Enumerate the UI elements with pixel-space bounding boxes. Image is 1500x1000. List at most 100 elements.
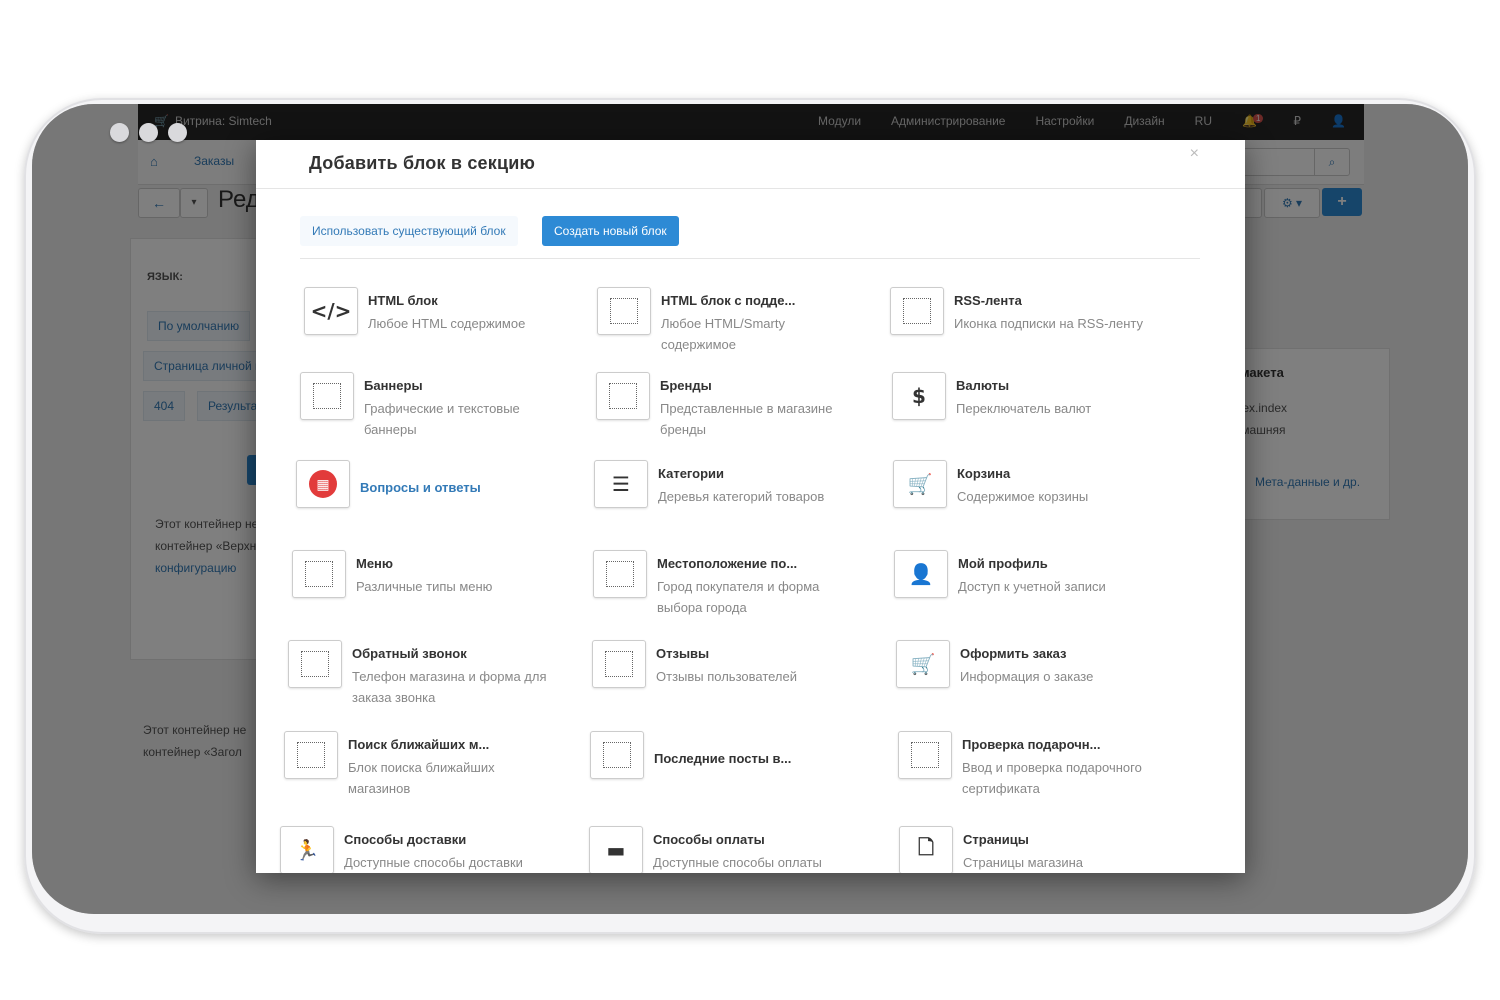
runner-icon[interactable]: 🏃	[280, 826, 334, 873]
placeholder-icon[interactable]	[300, 372, 354, 420]
block-item[interactable]: ▬ Способы оплаты Доступные способы оплаты	[589, 826, 869, 873]
block-title[interactable]: Валюты	[956, 378, 1009, 393]
block-item[interactable]: Отзывы Отзывы пользователей	[592, 640, 872, 710]
block-item[interactable]: ☰ Категории Деревья категорий товаров	[594, 460, 874, 530]
dotted-frame	[603, 742, 631, 768]
code-icon[interactable]: </>	[304, 287, 358, 335]
block-item[interactable]: Местоположение по... Город покупателя и ф…	[593, 550, 873, 620]
block-description: Представленные в магазине бренды	[660, 401, 833, 437]
credit-card-icon[interactable]: ▬	[589, 826, 643, 873]
icon-glyph: ☰	[612, 472, 630, 496]
block-item[interactable]: 🛒 Корзина Содержимое корзины	[893, 460, 1173, 530]
block-description: Телефон магазина и форма для заказа звон…	[352, 669, 547, 705]
block-item[interactable]: </> HTML блок Любое HTML содержимое	[304, 287, 584, 357]
block-title[interactable]: Бренды	[660, 378, 712, 393]
block-title[interactable]: Вопросы и ответы	[360, 480, 481, 495]
qa-icon[interactable]: ▦	[296, 460, 350, 508]
tab-new-block[interactable]: Создать новый блок	[542, 216, 679, 246]
icon-glyph: 🗋	[917, 835, 935, 859]
dotted-frame	[903, 298, 931, 324]
placeholder-icon[interactable]	[898, 731, 952, 779]
icon-glyph: ▬	[606, 838, 626, 862]
tab-existing-block[interactable]: Использовать существующий блок	[300, 216, 518, 246]
block-title[interactable]: Меню	[356, 556, 393, 571]
dotted-frame	[305, 561, 333, 587]
block-description: Ввод и проверка подарочного сертификата	[962, 760, 1142, 796]
dollar-icon[interactable]: $	[892, 372, 946, 420]
dotted-frame	[610, 298, 638, 324]
block-description: Иконка подписки на RSS-ленту	[954, 316, 1144, 331]
block-item[interactable]: Обратный звонок Телефон магазина и форма …	[288, 640, 568, 710]
block-title[interactable]: Корзина	[957, 466, 1010, 481]
block-description: Доступные способы оплаты	[653, 855, 822, 870]
block-description: Блок поиска ближайших магазинов	[348, 760, 495, 796]
block-item[interactable]: Проверка подарочн... Ввод и проверка пода…	[898, 731, 1178, 801]
block-description: Доступ к учетной записи	[958, 579, 1106, 594]
tablet-dots	[110, 123, 187, 142]
icon-glyph: 👤	[908, 562, 934, 586]
block-title[interactable]: Проверка подарочн...	[962, 737, 1100, 752]
block-title[interactable]: HTML блок с подде...	[661, 293, 795, 308]
user-icon[interactable]: 👤	[894, 550, 948, 598]
block-item[interactable]: Последние посты в...	[590, 731, 870, 801]
block-title[interactable]: Последние посты в...	[654, 751, 791, 766]
block-title[interactable]: Способы доставки	[344, 832, 466, 847]
qa-badge: ▦	[309, 470, 337, 498]
block-description: Страницы магазина	[963, 855, 1083, 870]
block-title[interactable]: RSS-лента	[954, 293, 1022, 308]
block-description: Информация о заказе	[960, 669, 1094, 684]
block-title[interactable]: Категории	[658, 466, 724, 481]
block-description: Город покупателя и форма выбора города	[657, 579, 820, 615]
block-title[interactable]: Местоположение по...	[657, 556, 797, 571]
placeholder-icon[interactable]	[292, 550, 346, 598]
block-item[interactable]: Меню Различные типы меню	[292, 550, 572, 620]
dotted-frame	[606, 561, 634, 587]
block-title[interactable]: Мой профиль	[958, 556, 1048, 571]
block-title[interactable]: Отзывы	[656, 646, 709, 661]
block-title[interactable]: Оформить заказ	[960, 646, 1066, 661]
dotted-frame	[911, 742, 939, 768]
placeholder-icon[interactable]	[592, 640, 646, 688]
block-item[interactable]: RSS-лента Иконка подписки на RSS-ленту	[890, 287, 1170, 357]
block-description: Любое HTML/Smarty содержимое	[661, 316, 785, 352]
block-title[interactable]: Обратный звонок	[352, 646, 467, 661]
close-icon[interactable]: ×	[1190, 145, 1199, 163]
dotted-frame	[605, 651, 633, 677]
block-item[interactable]: 🏃 Способы доставки Доступные способы доста…	[280, 826, 560, 873]
placeholder-icon[interactable]	[284, 731, 338, 779]
cart-icon[interactable]: 🛒	[893, 460, 947, 508]
block-title[interactable]: Способы оплаты	[653, 832, 765, 847]
cart-icon[interactable]: 🛒	[896, 640, 950, 688]
block-item[interactable]: Баннеры Графические и текстовые баннеры	[300, 372, 580, 442]
block-title[interactable]: Страницы	[963, 832, 1029, 847]
block-item[interactable]: 🛒 Оформить заказ Информация о заказе	[896, 640, 1176, 710]
block-item[interactable]: HTML блок с подде... Любое HTML/Smarty со…	[597, 287, 877, 357]
block-description: Графические и текстовые баннеры	[364, 401, 520, 437]
block-title[interactable]: Баннеры	[364, 378, 423, 393]
block-title[interactable]: Поиск ближайших м...	[348, 737, 489, 752]
placeholder-icon[interactable]	[596, 372, 650, 420]
block-item[interactable]: $ Валюты Переключатель валют	[892, 372, 1172, 442]
block-description: Содержимое корзины	[957, 489, 1089, 504]
list-icon[interactable]: ☰	[594, 460, 648, 508]
placeholder-icon[interactable]	[593, 550, 647, 598]
dotted-frame	[609, 383, 637, 409]
block-description: Отзывы пользователей	[656, 669, 798, 684]
placeholder-icon[interactable]	[597, 287, 651, 335]
block-item[interactable]: Бренды Представленные в магазине бренды	[596, 372, 876, 442]
block-item[interactable]: 👤 Мой профиль Доступ к учетной записи	[894, 550, 1174, 620]
icon-glyph: 🛒	[907, 472, 933, 496]
block-title[interactable]: HTML блок	[368, 293, 438, 308]
placeholder-icon[interactable]	[890, 287, 944, 335]
modal-header: Добавить блок в секцию ×	[256, 140, 1245, 189]
placeholder-icon[interactable]	[590, 731, 644, 779]
page-icon[interactable]: 🗋	[899, 826, 953, 873]
placeholder-icon[interactable]	[288, 640, 342, 688]
dotted-frame	[301, 651, 329, 677]
block-item[interactable]: ▦ Вопросы и ответы	[296, 460, 576, 530]
block-item[interactable]: 🗋 Страницы Страницы магазина	[899, 826, 1179, 873]
icon-glyph: </>	[310, 299, 352, 323]
block-item[interactable]: Поиск ближайших м... Блок поиска ближайши…	[284, 731, 564, 801]
block-description: Переключатель валют	[956, 401, 1092, 416]
block-description: Любое HTML содержимое	[368, 316, 526, 331]
